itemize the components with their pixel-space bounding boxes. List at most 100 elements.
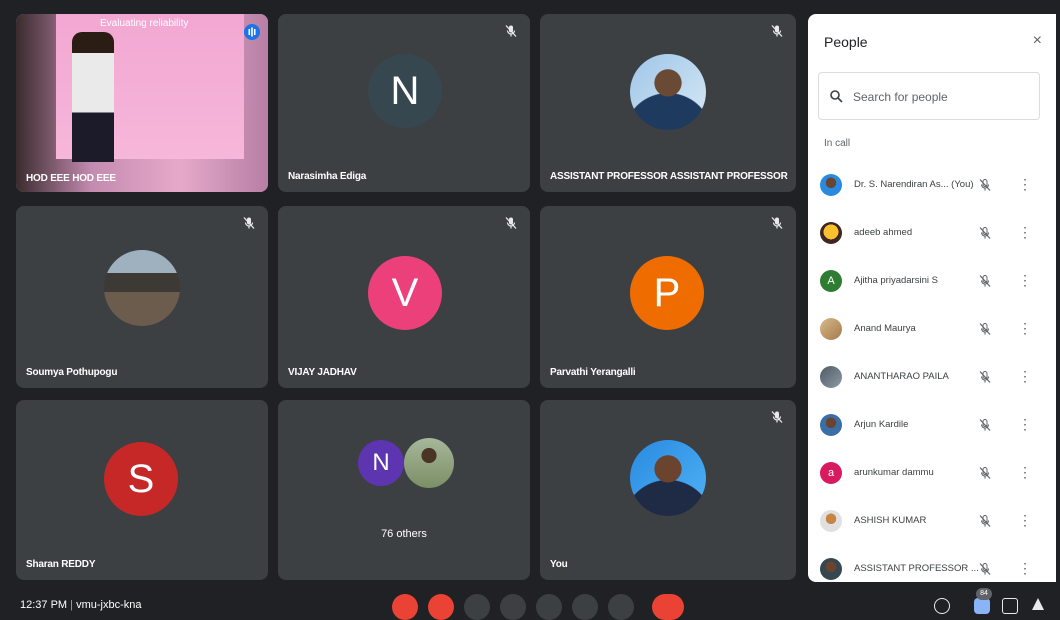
captions-button[interactable] (464, 594, 490, 620)
clock: 12:37 PM (20, 599, 68, 611)
list-item[interactable]: A Ajitha priyadarsini S ⋮ (808, 258, 1056, 306)
avatar (820, 510, 842, 532)
more-vert-icon[interactable]: ⋮ (1018, 320, 1032, 337)
avatar: a (820, 462, 842, 484)
meeting-code: vmu-jxbc-kna (76, 599, 142, 611)
list-item[interactable]: Anand Maurya ⋮ (808, 306, 1056, 354)
list-item[interactable]: adeeb ahmed ⋮ (808, 210, 1056, 258)
participant-tile[interactable]: P Parvathi Yerangalli (540, 206, 796, 388)
more-options-button[interactable] (608, 594, 634, 620)
mic-off-icon[interactable] (978, 274, 992, 288)
emoji-button[interactable] (536, 594, 562, 620)
mic-off-icon[interactable] (978, 226, 992, 240)
more-vert-icon[interactable]: ⋮ (1018, 224, 1032, 241)
mic-off-icon (771, 217, 783, 229)
meeting-info: 12:37 PM | vmu-jxbc-kna (20, 599, 141, 611)
mic-off-icon[interactable] (978, 514, 992, 528)
mic-off-icon (771, 25, 783, 37)
avatar: N (368, 54, 442, 128)
participant-name: adeeb ahmed (854, 227, 913, 238)
panel-title: People (824, 34, 868, 50)
mic-off-icon[interactable] (978, 370, 992, 384)
avatar (820, 366, 842, 388)
search-icon (830, 90, 843, 103)
avatar-photo (104, 250, 180, 326)
participant-tile-others[interactable]: N 76 others (278, 400, 530, 580)
raise-hand-button[interactable] (500, 594, 526, 620)
participant-name: VIJAY JADHAV (288, 367, 357, 378)
more-vert-icon[interactable]: ⋮ (1018, 560, 1032, 577)
participant-tile[interactable]: S Sharan REDDY (16, 400, 268, 580)
list-item[interactable]: Arjun Kardile ⋮ (808, 402, 1056, 450)
avatar (820, 558, 842, 580)
participant-name: Soumya Pothupogu (26, 367, 118, 378)
list-item[interactable]: ASHISH KUMAR ⋮ (808, 498, 1056, 546)
mic-off-icon[interactable] (978, 178, 992, 192)
chat-icon[interactable] (1002, 598, 1018, 614)
participant-tile[interactable]: N Narasimha Ediga (278, 14, 530, 192)
mic-off-icon[interactable] (978, 466, 992, 480)
bottom-toolbar: 12:37 PM | vmu-jxbc-kna (0, 590, 1060, 614)
avatar (820, 318, 842, 340)
avatar (820, 414, 842, 436)
mic-off-icon[interactable] (978, 418, 992, 432)
mic-off-icon (771, 411, 783, 423)
mic-off-icon (505, 25, 517, 37)
more-vert-icon[interactable]: ⋮ (1018, 464, 1032, 481)
more-vert-icon[interactable]: ⋮ (1018, 368, 1032, 385)
participant-name: Sharan REDDY (26, 559, 96, 570)
list-item[interactable]: Dr. S. Narendiran As... (You) ⋮ (808, 162, 1056, 210)
list-item[interactable]: a arunkumar dammu ⋮ (808, 450, 1056, 498)
camera-toggle-button[interactable] (428, 594, 454, 620)
participant-name: arunkumar dammu (854, 467, 934, 478)
activities-icon[interactable] (1032, 598, 1044, 610)
more-vert-icon[interactable]: ⋮ (1018, 512, 1032, 529)
people-count-badge: 84 (976, 588, 992, 600)
close-icon[interactable]: × (1033, 32, 1042, 50)
slide-title: Evaluating reliability (100, 18, 189, 29)
participant-name: HOD EEE HOD EEE (26, 173, 116, 184)
participant-tile-presenter[interactable]: Evaluating reliability HOD EEE HOD EEE (16, 14, 268, 192)
participant-tile-self[interactable]: You (540, 400, 796, 580)
present-icon[interactable] (572, 594, 598, 620)
list-item[interactable]: ASSISTANT PROFESSOR ... ⋮ (808, 546, 1056, 582)
participant-name: ASSISTANT PROFESSOR ASSISTANT PROFESSOR (550, 171, 788, 182)
participant-name: Ajitha priyadarsini S (854, 275, 938, 286)
people-icon[interactable] (974, 598, 990, 614)
avatar-photo (630, 440, 706, 516)
mic-off-icon (505, 217, 517, 229)
participant-name: ASSISTANT PROFESSOR ... (854, 563, 979, 574)
mic-off-icon (243, 217, 255, 229)
mic-off-icon[interactable] (978, 562, 992, 576)
participant-name: Narasimha Ediga (288, 171, 367, 182)
participant-tile[interactable]: ASSISTANT PROFESSOR ASSISTANT PROFESSOR (540, 14, 796, 192)
audio-active-icon (244, 24, 260, 40)
avatar (820, 222, 842, 244)
info-icon[interactable] (934, 598, 950, 614)
video-feed: Evaluating reliability (16, 14, 268, 192)
participant-name: Dr. S. Narendiran As... (You) (854, 179, 974, 190)
others-count: 76 others (381, 528, 427, 540)
people-panel: People × Search for people In call Dr. S… (808, 14, 1056, 582)
avatar-photo (630, 54, 706, 130)
participant-tile[interactable]: Soumya Pothupogu (16, 206, 268, 388)
participant-tile[interactable]: V VIJAY JADHAV (278, 206, 530, 388)
search-input[interactable]: Search for people (818, 72, 1040, 120)
avatar (820, 174, 842, 196)
avatar: A (820, 270, 842, 292)
avatar-photo (404, 438, 454, 488)
mic-toggle-button[interactable] (392, 594, 418, 620)
mic-off-icon[interactable] (978, 322, 992, 336)
participant-name: Arjun Kardile (854, 419, 909, 430)
list-item[interactable]: ANANTHARAO PAILA ⋮ (808, 354, 1056, 402)
participant-name: You (550, 559, 568, 570)
end-call-icon[interactable] (652, 594, 684, 620)
more-vert-icon[interactable]: ⋮ (1018, 176, 1032, 193)
avatar: V (368, 256, 442, 330)
more-vert-icon[interactable]: ⋮ (1018, 272, 1032, 289)
search-placeholder: Search for people (853, 90, 948, 104)
more-vert-icon[interactable]: ⋮ (1018, 416, 1032, 433)
participant-name: ANANTHARAO PAILA (854, 371, 949, 382)
presenter-figure (72, 32, 114, 162)
participant-name: Parvathi Yerangalli (550, 367, 636, 378)
